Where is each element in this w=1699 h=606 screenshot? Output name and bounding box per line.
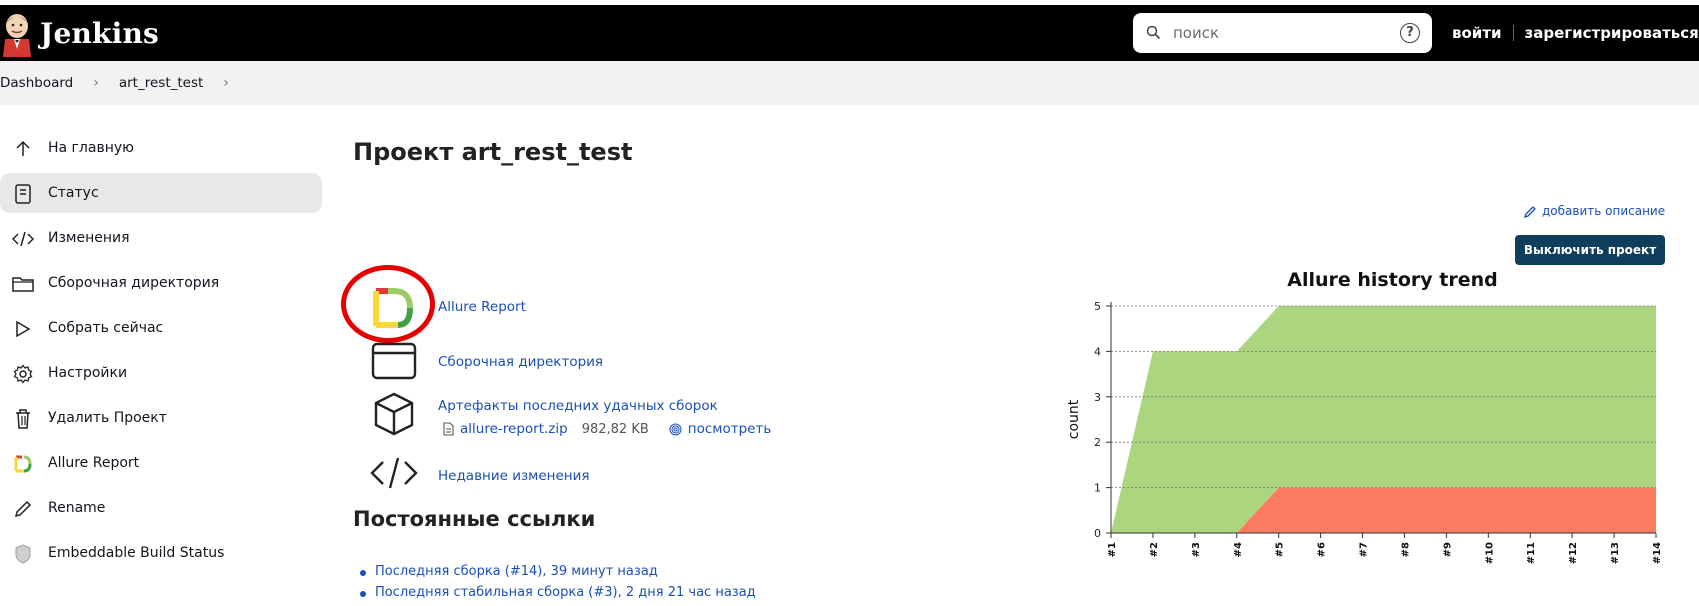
sidebar-item-label: Настройки [48, 365, 128, 381]
y-axis-label: count [1066, 399, 1082, 439]
allure-report-link[interactable]: Allure Report [438, 299, 526, 315]
breadcrumb: Dashboard › art_rest_test › [0, 61, 1699, 105]
sidebar-item-status[interactable]: Статус [0, 173, 322, 213]
file-icon [443, 422, 454, 436]
sidebar: На главную Статус Изменения Сборочная ди… [0, 128, 322, 578]
recent-changes-link[interactable]: Недавние изменения [438, 468, 590, 484]
code-icon [369, 448, 419, 498]
sidebar-item-delete[interactable]: Удалить Проект [0, 398, 322, 438]
sidebar-item-build-now[interactable]: Собрать сейчас [0, 308, 322, 348]
document-icon [12, 183, 34, 205]
jenkins-logo[interactable]: Jenkins [0, 5, 159, 61]
x-tick-label: #12 [1568, 542, 1579, 564]
help-icon[interactable]: ? [1400, 23, 1420, 43]
workspace-link[interactable]: Сборочная директория [438, 354, 603, 370]
artifact-file-link[interactable]: allure-report.zip [460, 421, 568, 437]
auth-separator [1512, 25, 1514, 41]
chart-title: Allure history trend [1287, 269, 1497, 291]
sidebar-item-label: Удалить Проект [48, 410, 167, 426]
artifact-view-label: посмотреть [687, 421, 772, 437]
folder-icon [12, 273, 34, 295]
chevron-right-icon: › [93, 75, 99, 91]
pencil-icon [1524, 205, 1536, 218]
logo-text: Jenkins [40, 16, 159, 50]
sidebar-item-home[interactable]: На главную [0, 128, 322, 168]
package-icon [369, 389, 419, 439]
x-tick-label: #7 [1359, 542, 1370, 557]
sidebar-item-embeddable-status[interactable]: Embeddable Build Status [0, 533, 322, 573]
x-tick-label: #4 [1233, 542, 1244, 557]
x-tick-label: #9 [1442, 542, 1453, 557]
auth-links: войти зарегистрироваться [1452, 5, 1699, 61]
x-tick-label: #1 [1107, 542, 1118, 557]
breadcrumb-project[interactable]: art_rest_test [119, 75, 203, 91]
allure-history-trend-chart: Allure history trend 0 1 2 3 4 5 #1 #2 #3 #4 #5 #6 #7… [1066, 269, 1663, 564]
search-box[interactable]: ? [1133, 13, 1432, 53]
permalinks-title: Постоянные ссылки [353, 507, 596, 531]
shield-icon [12, 543, 34, 565]
sidebar-item-label: На главную [48, 140, 134, 156]
x-tick-label: #2 [1149, 542, 1160, 557]
x-tick-label: #10 [1484, 542, 1495, 564]
x-tick-label: #13 [1610, 542, 1621, 564]
y-tick-label: 2 [1094, 436, 1101, 449]
y-tick-label: 3 [1094, 391, 1101, 404]
jenkins-butler-icon [3, 14, 31, 57]
y-tick-label: 1 [1094, 482, 1101, 495]
pencil-icon [12, 498, 34, 520]
breadcrumb-dashboard[interactable]: Dashboard [0, 75, 73, 91]
code-icon [12, 228, 34, 250]
sidebar-item-allure[interactable]: Allure Report [0, 443, 322, 483]
x-tick-label: #3 [1191, 542, 1202, 557]
trash-icon [12, 408, 34, 430]
search-input[interactable] [1173, 21, 1373, 45]
fingerprint-icon [669, 423, 682, 435]
artifact-size: 982,82 KB [581, 421, 649, 437]
chevron-right-icon[interactable]: › [223, 75, 229, 91]
artifacts-row [369, 389, 419, 439]
page-title: Проект art_rest_test [353, 138, 633, 166]
sidebar-item-label: Embeddable Build Status [48, 545, 225, 561]
highlight-annotation [341, 265, 435, 343]
gear-icon [12, 363, 34, 385]
window-icon [369, 335, 419, 385]
x-tick-label: #11 [1526, 542, 1537, 564]
disable-project-button[interactable]: Выключить проект [1515, 235, 1665, 265]
search-icon [1146, 25, 1161, 40]
sidebar-item-label: Сборочная директория [48, 275, 220, 291]
permalink-last-build[interactable]: Последняя сборка (#14), 39 минут назад [375, 564, 658, 579]
x-tick-label: #14 [1652, 542, 1663, 564]
sidebar-item-changes[interactable]: Изменения [0, 218, 322, 258]
sidebar-item-settings[interactable]: Настройки [0, 353, 322, 393]
list-item: Последняя сборка (#14), 39 минут назад [360, 564, 756, 579]
sidebar-item-label: Rename [48, 500, 106, 516]
sidebar-item-workspace[interactable]: Сборочная директория [0, 263, 322, 303]
sidebar-item-label: Статус [48, 185, 99, 201]
y-tick-label: 0 [1094, 527, 1101, 540]
sidebar-item-rename[interactable]: Rename [0, 488, 322, 528]
x-tick-label: #6 [1317, 542, 1328, 557]
top-header: Jenkins ? войти зарегистрироваться [0, 5, 1699, 61]
sidebar-item-label: Собрать сейчас [48, 320, 164, 336]
login-link[interactable]: войти [1452, 24, 1502, 42]
sidebar-item-label: Изменения [48, 230, 130, 246]
artifact-file-row: allure-report.zip 982,82 KB посмотреть [443, 421, 771, 437]
register-link[interactable]: зарегистрироваться [1525, 24, 1699, 42]
x-tick-label: #8 [1400, 542, 1411, 557]
add-description-link[interactable]: добавить описание [1524, 204, 1665, 218]
workspace-row [369, 335, 419, 385]
allure-icon [12, 453, 34, 475]
x-tick-label: #5 [1275, 542, 1286, 557]
artifacts-link[interactable]: Артефакты последних удачных сборок [438, 398, 718, 414]
y-tick-label: 4 [1094, 345, 1101, 358]
play-icon [12, 318, 34, 340]
add-description-label: добавить описание [1542, 204, 1666, 218]
sidebar-item-label: Allure Report [48, 455, 140, 471]
artifact-view-link[interactable]: посмотреть [669, 421, 772, 437]
changes-row [369, 448, 419, 498]
arrow-up-icon [12, 138, 34, 160]
y-tick-label: 5 [1094, 300, 1101, 313]
permalinks-list: Последняя сборка (#14), 39 минут назад П… [360, 564, 756, 606]
